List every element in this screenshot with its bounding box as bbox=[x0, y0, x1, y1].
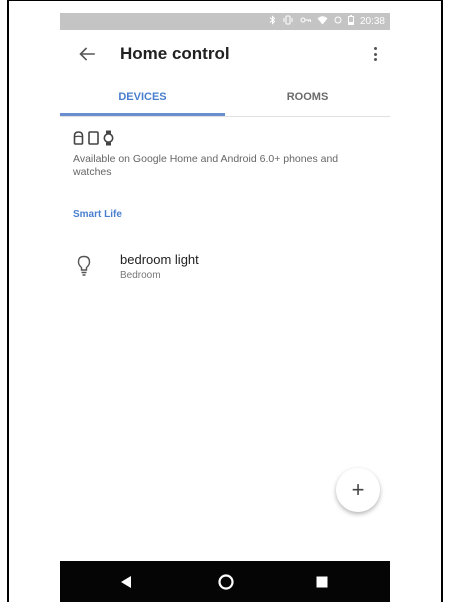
speaker-icon bbox=[73, 131, 84, 145]
nav-recents-button[interactable] bbox=[314, 574, 330, 590]
frame-top-border bbox=[7, 0, 443, 1]
frame-right-border bbox=[441, 0, 443, 602]
more-vert-icon-dot bbox=[373, 58, 377, 61]
watch-icon bbox=[103, 130, 114, 146]
phone-screen: 20:38 Home control DEVICES ROOMS Availab… bbox=[60, 13, 390, 602]
phone-icon bbox=[88, 131, 99, 145]
tab-devices[interactable]: DEVICES bbox=[60, 78, 225, 116]
back-triangle-icon bbox=[121, 576, 131, 588]
tab-rooms[interactable]: ROOMS bbox=[225, 78, 390, 116]
device-list-item[interactable]: bedroom light Bedroom bbox=[60, 243, 390, 287]
device-room: Bedroom bbox=[120, 270, 161, 281]
nav-back-button[interactable] bbox=[118, 574, 134, 590]
nav-home-button[interactable] bbox=[218, 574, 234, 590]
availability-text: Available on Google Home and Android 6.0… bbox=[73, 153, 339, 178]
app-bar: Home control bbox=[60, 30, 390, 78]
more-vert-icon-dot bbox=[373, 52, 377, 56]
back-button[interactable] bbox=[75, 42, 99, 66]
arrow-back-icon bbox=[79, 47, 95, 61]
wifi-icon bbox=[317, 15, 328, 28]
lightbulb-icon bbox=[77, 255, 91, 276]
home-circle-icon bbox=[218, 574, 234, 590]
vibrate-icon bbox=[282, 15, 294, 28]
status-time: 20:38 bbox=[359, 15, 385, 27]
add-icon: + bbox=[351, 477, 365, 502]
more-options-button[interactable] bbox=[366, 42, 384, 66]
supported-devices-icons bbox=[73, 127, 114, 149]
recents-square-icon bbox=[316, 576, 328, 588]
tab-bar: DEVICES ROOMS bbox=[60, 78, 390, 116]
data-icon bbox=[334, 15, 342, 28]
page-title: Home control bbox=[120, 44, 230, 63]
tab-divider bbox=[60, 116, 390, 117]
battery-icon bbox=[347, 15, 354, 28]
frame-left-border bbox=[7, 0, 9, 602]
add-device-button[interactable]: + bbox=[336, 468, 380, 512]
system-nav-bar bbox=[60, 561, 390, 602]
more-vert-icon bbox=[373, 47, 377, 50]
status-bar: 20:38 bbox=[60, 13, 390, 30]
bluetooth-icon bbox=[269, 15, 276, 28]
device-name: bedroom light bbox=[120, 252, 199, 267]
section-header-smart-life: Smart Life bbox=[73, 209, 122, 220]
vpn-key-icon bbox=[300, 15, 311, 28]
